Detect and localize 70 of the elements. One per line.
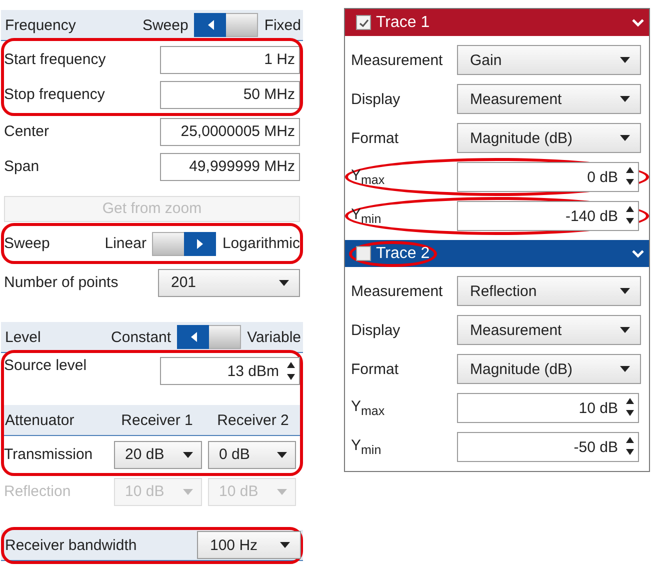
field-label: Stop frequency [4,86,105,103]
column-header: Attenuator [5,412,76,428]
field-label: Center [4,123,50,140]
trace-header[interactable]: Trace 1 [345,9,649,36]
field-label: Y$_{max}$ [351,167,386,187]
toggle-option: Constant [111,328,172,346]
chevron-icon[interactable] [631,248,645,258]
checkbox[interactable] [356,15,371,30]
dropdown[interactable]: Reflection [457,276,641,306]
spinner-arrows-icon[interactable] [626,398,635,416]
field-label: Start frequency [4,51,106,68]
input-field[interactable]: 25,0000005 MHz [160,118,300,146]
spin-field[interactable]: 0 dB [457,162,639,192]
dropdown[interactable]: Measurement [457,84,641,114]
dropdown[interactable]: Magnitude (dB) [457,123,641,153]
toggle-segment[interactable] [184,232,216,256]
field-label: Sweep [4,235,50,252]
field-label: Reflection [4,483,72,500]
field-label: Number of points [4,274,118,291]
trace-header[interactable]: Trace 2 [345,240,649,267]
spinner-arrows-icon[interactable] [626,167,635,185]
trace-title: Trace 2 [376,244,430,262]
field-label: Source level [4,357,87,374]
toggle-segment[interactable] [194,13,226,37]
chevron-icon[interactable] [631,18,645,28]
input-field[interactable]: 1 Hz [160,46,300,74]
field-label: Measurement [351,52,444,68]
toggle-option: Linear [104,235,146,252]
toggle-option: Variable [247,328,301,346]
field-label: Y$_{min}$ [351,437,382,457]
dropdown[interactable]: Measurement [457,315,641,345]
spinner-arrows-icon[interactable] [626,206,635,224]
dropdown[interactable]: 201 [158,268,300,296]
toggle-segment[interactable] [152,232,184,256]
spinner-arrows-icon[interactable] [287,362,296,380]
toggle-option: Sweep [142,16,188,34]
toggle-segment[interactable] [177,325,210,349]
spin-field[interactable]: -50 dB [457,432,639,462]
section-title: Frequency [5,16,76,34]
dropdown[interactable]: Gain [457,45,641,75]
field-label: Receiver bandwidth [5,536,137,554]
field-label: Y$_{min}$ [351,206,382,226]
dropdown[interactable]: 0 dB [208,440,296,468]
field-label: Y$_{max}$ [351,398,386,418]
checkbox[interactable] [356,246,371,261]
field-label: Format [351,130,400,146]
field-label: Transmission [4,446,94,463]
toggle-segment[interactable] [209,325,242,349]
column-header: Receiver 2 [216,412,290,428]
field-label: Display [351,322,402,338]
spin-field[interactable]: 13 dBm [160,357,300,385]
field-label: Format [351,360,400,378]
dropdown[interactable]: 100 Hz [197,531,301,559]
spin-field[interactable]: -140 dB [457,201,639,231]
input-field[interactable]: 50 MHz [160,80,300,108]
section-title: Level [5,328,41,346]
field-label: Display [351,90,402,108]
spinner-arrows-icon[interactable] [626,437,635,455]
field-label: Measurement [351,282,444,300]
check-icon [358,16,370,28]
dropdown[interactable]: Magnitude (dB) [457,354,641,384]
spin-field[interactable]: 10 dB [457,393,639,423]
input-field[interactable]: 49,999999 MHz [160,152,300,180]
dropdown[interactable]: 20 dB [114,440,202,468]
toggle-option: Logarithmic [222,235,300,252]
column-header: Receiver 1 [120,412,194,428]
toggle-option: Fixed [264,16,301,34]
trace-title: Trace 1 [376,14,430,32]
toggle-segment[interactable] [226,13,258,37]
field-label: Span [4,158,40,175]
